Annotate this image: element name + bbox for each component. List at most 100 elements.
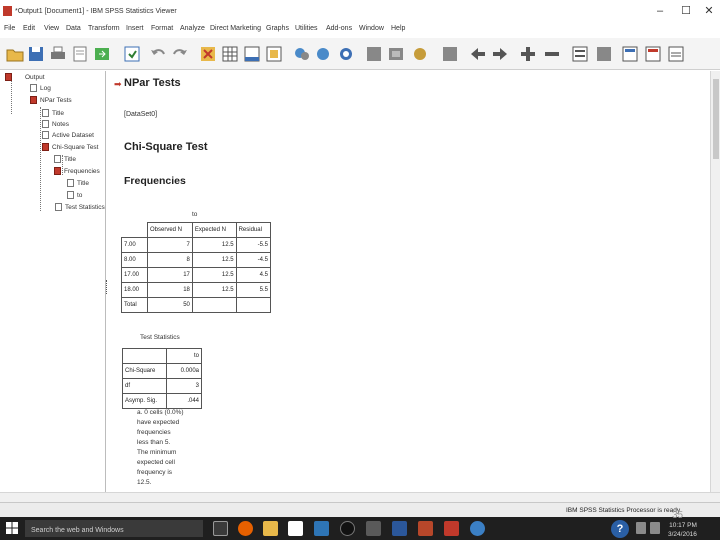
export-icon[interactable] (92, 44, 112, 64)
outline-item-log[interactable]: Log (40, 85, 51, 92)
menu-window[interactable]: Window (359, 25, 384, 32)
chart-builder-icon[interactable] (292, 44, 312, 64)
notes-icon (42, 120, 49, 128)
menu-analyze[interactable]: Analyze (180, 25, 205, 32)
chrome-icon[interactable] (470, 521, 485, 536)
store-icon[interactable] (288, 521, 303, 536)
close-button[interactable]: ✕ (699, 3, 719, 19)
show-icon[interactable] (570, 44, 590, 64)
table-footnote: a. 0 cells (0.0%) have expected frequenc… (137, 408, 197, 488)
goto-variable-icon[interactable] (242, 44, 262, 64)
outline-item-notes[interactable]: Notes (52, 121, 69, 128)
slide-page-number: 35 (672, 510, 684, 521)
value-labels-icon[interactable] (386, 44, 406, 64)
select-cases-icon[interactable] (314, 44, 334, 64)
outline-item-output[interactable]: Output (25, 74, 45, 81)
print-preview-icon[interactable] (70, 44, 90, 64)
back-arrow-icon[interactable] (468, 44, 488, 64)
goto-data-icon[interactable] (198, 44, 218, 64)
insert-heading-icon[interactable] (620, 44, 640, 64)
outline-item-chi-square-test[interactable]: Chi-Square Test (52, 144, 99, 151)
save-icon[interactable] (26, 44, 46, 64)
menu-transform[interactable]: Transform (88, 25, 120, 32)
menu-edit[interactable]: Edit (23, 25, 35, 32)
test-statistics-table[interactable]: to Chi-Square 0.000a df 3 Asymp. Sig. .0… (122, 348, 202, 409)
word-icon[interactable] (392, 521, 407, 536)
help-icon[interactable]: ? (611, 520, 629, 538)
task-view-icon[interactable] (213, 521, 228, 536)
open-icon[interactable] (5, 44, 25, 64)
goto-case-icon[interactable] (220, 44, 240, 64)
menu-file[interactable]: File (4, 25, 15, 32)
table-row-label: Asymp. Sig. (122, 393, 167, 409)
menu-insert[interactable]: Insert (126, 25, 144, 32)
expand-icon[interactable] (518, 44, 538, 64)
frequencies-table[interactable]: Observed N Expected N Residual 7.00 7 12… (121, 222, 272, 313)
outline-item-title[interactable]: Title (52, 110, 64, 117)
outline-item-npar-tests[interactable]: NPar Tests (40, 97, 72, 104)
horizontal-scrollbar[interactable] (0, 492, 720, 502)
table-row: Asymp. Sig. .044 (122, 393, 202, 409)
menu-format[interactable]: Format (151, 25, 173, 32)
menu-view[interactable]: View (44, 25, 59, 32)
outline-item-to[interactable]: to (77, 192, 82, 199)
table-cell: 0.000a (166, 363, 202, 379)
weight-cases-icon[interactable] (336, 44, 356, 64)
outline-item-test-statistics[interactable]: Test Statistics (65, 204, 105, 211)
table-row-label: Chi-Square (122, 363, 167, 379)
table-row-label: Total (121, 297, 148, 313)
firefox-icon[interactable] (238, 521, 253, 536)
minimize-button[interactable]: – (650, 3, 670, 19)
menu-direct-marketing[interactable]: Direct Marketing (210, 25, 261, 32)
undo-icon[interactable] (148, 44, 168, 64)
outline-item-active-dataset[interactable]: Active Dataset (52, 132, 94, 139)
use-sets-icon[interactable] (410, 44, 430, 64)
outline-item-frequencies[interactable]: Frequencies (64, 168, 100, 175)
scrollbar-thumb[interactable] (713, 79, 719, 159)
split-file-icon[interactable] (364, 44, 384, 64)
tray-icon[interactable] (650, 522, 660, 534)
spss-app-icon (3, 6, 12, 16)
designate-window-icon[interactable] (440, 44, 460, 64)
chi-square-heading: Chi-Square Test (124, 141, 208, 153)
tray-icon[interactable] (636, 522, 646, 534)
windows-start-icon[interactable] (6, 522, 18, 534)
hp-icon[interactable] (340, 521, 355, 536)
collapse-icon[interactable] (542, 44, 562, 64)
table-header-cell: Residual (235, 222, 272, 238)
toolbar (0, 38, 720, 70)
table-cell: 7 (147, 237, 193, 253)
print-icon[interactable] (48, 44, 68, 64)
app-icon[interactable] (366, 521, 381, 536)
menu-utilities[interactable]: Utilities (295, 25, 318, 32)
outline-item-title-3[interactable]: Title (77, 180, 89, 187)
file-explorer-icon[interactable] (263, 521, 278, 536)
taskbar-clock[interactable]: 10:17 PM 3/24/2016 (668, 521, 697, 539)
powerpoint-icon[interactable] (418, 521, 433, 536)
table-icon (55, 203, 62, 211)
menu-help[interactable]: Help (391, 25, 405, 32)
insert-text-icon[interactable] (666, 44, 686, 64)
vertical-scrollbar[interactable] (710, 71, 720, 492)
frequencies-heading: Frequencies (124, 175, 186, 187)
footnote-line: have expected (137, 419, 180, 426)
maximize-button[interactable]: ☐ (676, 3, 696, 19)
outline-item-title-2[interactable]: Title (64, 156, 76, 163)
table-row-label: 17.00 (121, 267, 148, 283)
forward-arrow-icon[interactable] (490, 44, 510, 64)
table-header-cell (122, 348, 167, 364)
npar-tests-heading: NPar Tests (124, 77, 181, 89)
table-header-cell: Expected N (191, 222, 237, 238)
mail-icon[interactable] (314, 521, 329, 536)
menu-graphs[interactable]: Graphs (266, 25, 289, 32)
redo-icon[interactable] (170, 44, 190, 64)
variables-icon[interactable] (264, 44, 284, 64)
hide-icon[interactable] (594, 44, 614, 64)
tree-line (11, 80, 12, 114)
menu-add-ons[interactable]: Add-ons (326, 25, 352, 32)
menu-data[interactable]: Data (66, 25, 81, 32)
recall-dialog-icon[interactable] (122, 44, 142, 64)
table-header-cell: to (166, 348, 202, 364)
spss-taskbar-icon[interactable] (444, 521, 459, 536)
insert-title-icon[interactable] (643, 44, 663, 64)
